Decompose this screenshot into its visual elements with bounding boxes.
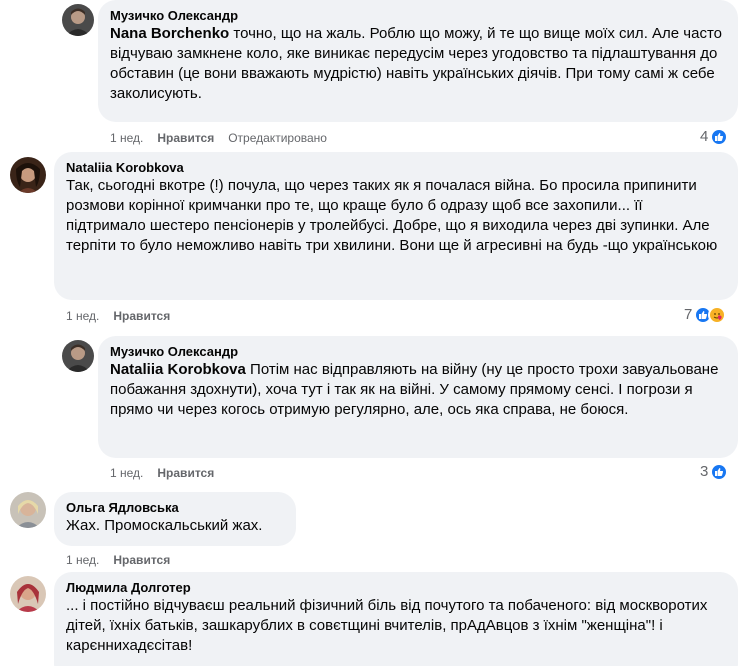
- comment-text: Nataliia Korobkova Потім нас відправляют…: [110, 360, 726, 420]
- reaction-count: 7: [684, 306, 693, 323]
- avatar[interactable]: [10, 157, 46, 193]
- comment-actions: 1 нед. Нравится: [110, 465, 228, 481]
- comment-author[interactable]: Людмила Долготер: [66, 580, 726, 596]
- reaction-summary[interactable]: 7: [684, 305, 727, 325]
- comment-bubble: Музичко Олександр Nataliia Korobkova Пот…: [98, 336, 738, 458]
- comment-author[interactable]: Ольга Ядловська: [66, 500, 284, 516]
- like-button[interactable]: Нравится: [113, 308, 170, 324]
- reaction-count: 4: [700, 128, 709, 145]
- reaction-count: 3: [700, 463, 709, 480]
- edited-label[interactable]: Отредактировано: [228, 130, 327, 146]
- comment-bubble: Ольга Ядловська Жах. Промоскальський жах…: [54, 492, 296, 546]
- avatar[interactable]: [10, 492, 46, 528]
- mention-link[interactable]: Nana Borchenko: [110, 25, 229, 42]
- mention-link[interactable]: Nataliia Korobkova: [110, 361, 246, 378]
- reaction-summary[interactable]: 4: [700, 127, 729, 147]
- timestamp[interactable]: 1 нед.: [110, 465, 143, 481]
- like-button[interactable]: Нравится: [113, 552, 170, 568]
- reaction-summary[interactable]: 3: [700, 462, 729, 482]
- like-button[interactable]: Нравится: [157, 130, 214, 146]
- comment-bubble: Людмила Долготер ... і постійно відчуває…: [54, 572, 738, 666]
- like-button[interactable]: Нравится: [157, 465, 214, 481]
- avatar[interactable]: [62, 340, 94, 372]
- comment-bubble: Музичко Олександр Nana Borchenko точно, …: [98, 0, 738, 122]
- comment-actions: 1 нед. Нравится: [66, 308, 184, 324]
- timestamp[interactable]: 1 нед.: [66, 552, 99, 568]
- comment-actions: 1 нед. Нравится: [66, 552, 184, 568]
- comment-body: Так, сьогодні вкотре (!) почула, що чере…: [66, 177, 718, 254]
- timestamp[interactable]: 1 нед.: [66, 308, 99, 324]
- comment-bubble: Nataliia Korobkova Так, сьогодні вкотре …: [54, 152, 738, 300]
- avatar[interactable]: [10, 576, 46, 612]
- comment-author[interactable]: Nataliia Korobkova: [66, 160, 726, 176]
- comment-body: ... і постійно відчуваєш реальний фізичн…: [66, 597, 708, 654]
- comment-author[interactable]: Музичко Олександр: [110, 344, 726, 360]
- like-icon: [710, 128, 729, 146]
- like-icon: [710, 463, 729, 481]
- comment-actions: 1 нед. Нравится Отредактировано: [110, 130, 341, 146]
- avatar[interactable]: [62, 4, 94, 36]
- timestamp[interactable]: 1 нед.: [110, 130, 143, 146]
- care-icon: [708, 306, 727, 324]
- comment-author[interactable]: Музичко Олександр: [110, 8, 726, 24]
- comment-body: Жах. Промоскальський жах.: [66, 517, 263, 534]
- comment-text: Nana Borchenko точно, що на жаль. Роблю …: [110, 24, 726, 104]
